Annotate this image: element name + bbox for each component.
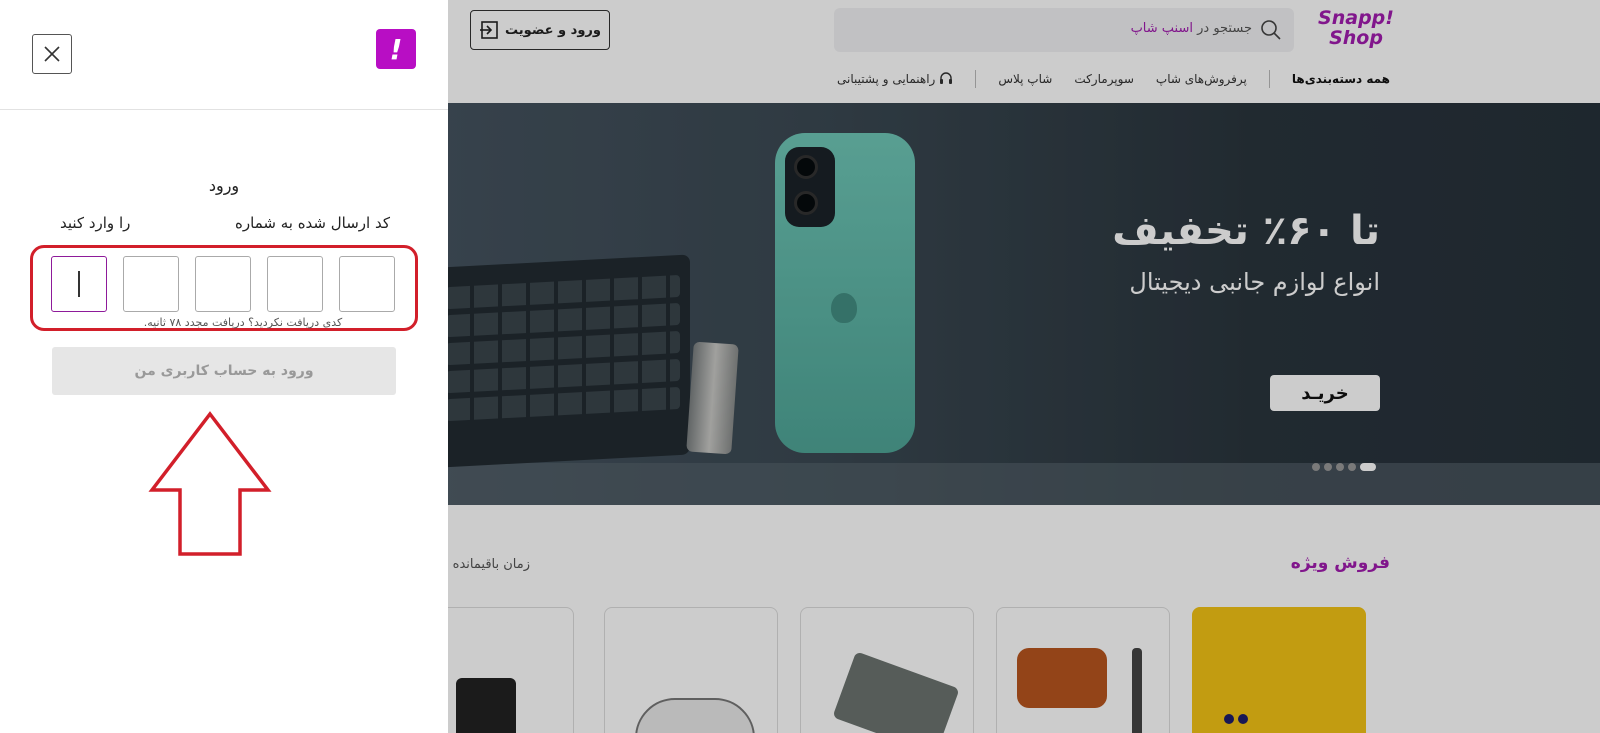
code-sent-left: را وارد کنید bbox=[60, 214, 131, 232]
login-submit-button[interactable]: ورود به حساب کاربری من bbox=[52, 347, 396, 395]
otp-digit-input[interactable] bbox=[339, 256, 395, 312]
text-caret bbox=[78, 271, 80, 297]
otp-digit-input[interactable] bbox=[267, 256, 323, 312]
close-icon bbox=[44, 46, 60, 62]
drawer-header: ! bbox=[0, 0, 448, 110]
otp-digit-input[interactable] bbox=[195, 256, 251, 312]
code-sent-message: کد ارسال شده به شماره را وارد کنید bbox=[60, 214, 390, 232]
login-drawer: ! ورود کد ارسال شده به شماره را وارد کنی… bbox=[0, 0, 448, 733]
login-title: ورود bbox=[208, 176, 240, 195]
otp-highlight-box: کدی دریافت نکردید؟ دریافت مجدد ۷۸ ثانیه. bbox=[30, 245, 418, 331]
up-arrow-annotation-icon bbox=[148, 411, 272, 556]
otp-digit-input[interactable] bbox=[123, 256, 179, 312]
close-button[interactable] bbox=[32, 34, 72, 74]
code-sent-right: کد ارسال شده به شماره bbox=[235, 214, 390, 232]
otp-digit-input-focused[interactable] bbox=[51, 256, 107, 312]
snapp-badge-logo: ! bbox=[376, 29, 416, 69]
resend-code-text[interactable]: کدی دریافت نکردید؟ دریافت مجدد ۷۸ ثانیه. bbox=[123, 316, 363, 329]
